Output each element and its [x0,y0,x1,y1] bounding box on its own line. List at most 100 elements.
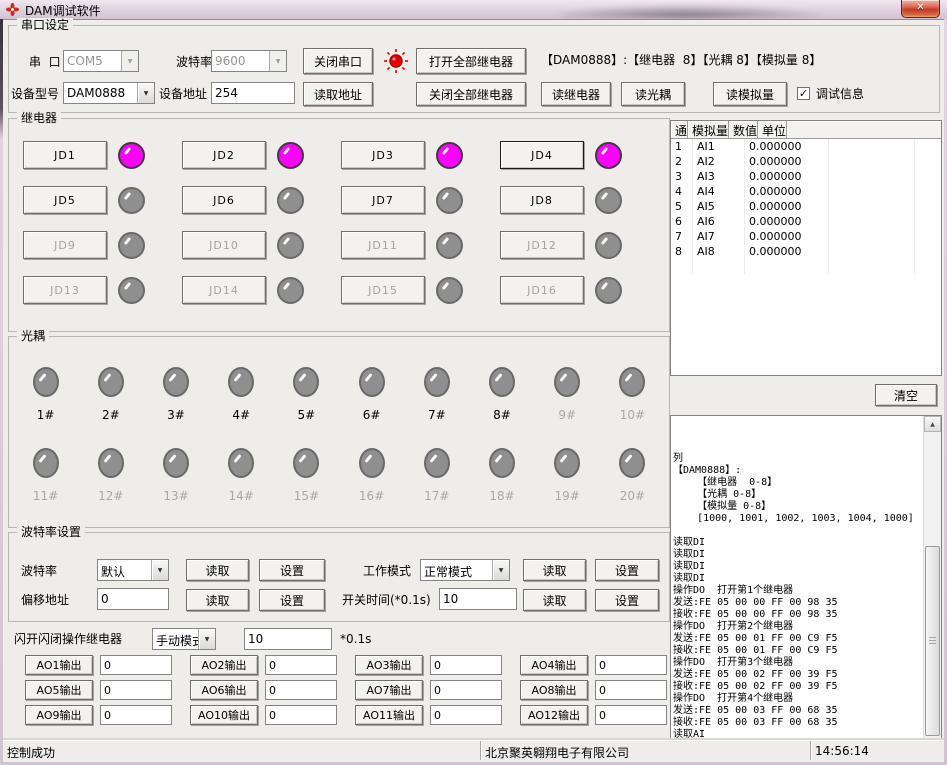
set-baud-button[interactable]: 设置 [259,559,325,581]
relay-led-indicator [118,187,145,214]
analog-output-button[interactable]: AO1输出 [25,655,93,675]
relay-button[interactable]: JD11 [341,231,425,259]
table-row[interactable]: 6 AI6 0.000000 [671,214,941,229]
analog-output-value-input[interactable] [100,705,172,725]
device-address-input[interactable] [211,82,295,104]
table-header-cell[interactable]: 模拟量 [688,121,729,139]
analog-output-value-input[interactable] [100,680,172,700]
table-row[interactable]: 1 AI1 0.000000 [671,139,941,154]
relay-button[interactable]: JD6 [182,186,266,214]
analog-output-button[interactable]: AO3输出 [355,655,423,675]
analog-output-button[interactable]: AO12输出 [520,705,588,725]
read-switch-time-button[interactable]: 读取 [523,589,586,611]
table-header-cell[interactable]: 通 [671,121,688,139]
read-address-button[interactable]: 读取地址 [303,82,373,106]
analog-output-value-input[interactable] [265,655,337,675]
switch-time-input[interactable] [439,588,517,610]
analog-name-cell: AI4 [693,184,745,199]
analog-output-button[interactable]: AO2输出 [190,655,258,675]
read-relay-button[interactable]: 读继电器 [541,82,611,106]
relay-button[interactable]: JD3 [341,141,425,169]
analog-output-value-input[interactable] [265,680,337,700]
device-model-combo[interactable]: DAM0888 ▼ [63,82,155,104]
flash-operate-label: 闪开闪闭操作继电器 [14,632,122,647]
analog-output-value-input[interactable] [430,705,502,725]
analog-output-value-input[interactable] [265,705,337,725]
table-row[interactable]: 3 AI3 0.000000 [671,169,941,184]
device-model-label: 设备型号 [11,87,59,102]
open-all-relays-button[interactable]: 打开全部继电器 [416,48,526,74]
opto-label: 2# [102,408,120,422]
relay-button[interactable]: JD16 [500,276,584,304]
flash-operate-row: 闪开闪闭操作继电器 手动模式 ▼ *0.1s [8,627,668,653]
log-scrollbar[interactable]: ▲ [923,416,941,740]
analog-output-button[interactable]: AO4输出 [520,655,588,675]
analog-output-button[interactable]: AO9输出 [25,705,93,725]
set-switch-time-button[interactable]: 设置 [595,589,659,611]
analog-output-button[interactable]: AO8输出 [520,680,588,700]
analog-output-value-input[interactable] [595,680,667,700]
table-header-cell[interactable]: 单位 [758,121,787,139]
read-work-mode-button[interactable]: 读取 [523,559,586,581]
flash-mode-combo[interactable]: 手动模式 ▼ [152,628,216,650]
table-row[interactable]: 5 AI5 0.000000 [671,199,941,214]
analog-output-value-input[interactable] [595,705,667,725]
opto-led-indicator [619,448,645,478]
relay-button[interactable]: JD2 [182,141,266,169]
scroll-up-icon[interactable]: ▲ [924,416,941,432]
set-offset-button[interactable]: 设置 [259,589,325,611]
baud-setting-combo[interactable]: 默认 ▼ [97,559,169,581]
relay-button[interactable]: JD8 [500,186,584,214]
table-row[interactable]: 8 AI8 0.000000 [671,244,941,259]
dropdown-arrow-icon: ▼ [198,629,215,649]
analog-output-button[interactable]: AO7输出 [355,680,423,700]
work-mode-combo[interactable]: 正常模式 ▼ [420,559,510,581]
relay-led-indicator [436,142,463,169]
opto-led-indicator [359,448,385,478]
debug-info-checkbox[interactable]: ✓ [797,87,810,100]
log-line: 接收:FE 05 00 02 FF 00 39 F5 [673,681,923,693]
relay-button[interactable]: JD12 [500,231,584,259]
read-analog-button[interactable]: 读模拟量 [713,82,787,106]
analog-output-value-input[interactable] [100,655,172,675]
table-header-cell[interactable]: 数值 [729,121,758,139]
relay-button[interactable]: JD1 [23,141,107,169]
relay-button[interactable]: JD9 [23,231,107,259]
relay-button[interactable]: JD5 [23,186,107,214]
opto-cell: 9# [535,367,600,422]
set-work-mode-button[interactable]: 设置 [595,559,659,581]
scrollbar-thumb[interactable] [925,546,940,736]
close-serial-button[interactable]: 关闭串口 [303,48,373,74]
relay-cell: JD13 [23,276,182,304]
log-line: 【继电器 0-8】 [673,477,923,489]
window-title: DAM调试软件 [25,2,101,19]
table-row[interactable]: 7 AI7 0.000000 [671,229,941,244]
relay-cell: JD10 [182,231,341,259]
relay-button[interactable]: JD10 [182,231,266,259]
close-all-relays-button[interactable]: 关闭全部继电器 [416,82,526,106]
relay-button[interactable]: JD4 [500,141,584,169]
read-offset-button[interactable]: 读取 [186,589,249,611]
analog-output-value-input[interactable] [430,655,502,675]
relay-button[interactable]: JD15 [341,276,425,304]
relay-button[interactable]: JD13 [23,276,107,304]
analog-name-cell: AI7 [693,229,745,244]
close-button[interactable]: ✕ [901,0,940,18]
table-row[interactable]: 2 AI2 0.000000 [671,154,941,169]
flash-time-input[interactable] [244,628,332,650]
opto-label: 20# [620,489,645,503]
read-opto-button[interactable]: 读光耦 [621,82,685,106]
relay-button[interactable]: JD7 [341,186,425,214]
analog-output-button[interactable]: AO10输出 [190,705,258,725]
analog-output-button[interactable]: AO5输出 [25,680,93,700]
analog-output-button[interactable]: AO11输出 [355,705,423,725]
clear-log-button[interactable]: 清空 [875,384,937,406]
analog-output-value-input[interactable] [430,680,502,700]
read-baud-button[interactable]: 读取 [186,559,249,581]
relay-button[interactable]: JD14 [182,276,266,304]
analog-output-value-input[interactable] [595,655,667,675]
offset-address-input[interactable] [97,588,169,610]
log-panel: 列【DAM0888】: 【继电器 0-8】 【光耦 0-8】 【模拟量 0-8】… [670,415,942,741]
analog-output-button[interactable]: AO6输出 [190,680,258,700]
table-row[interactable]: 4 AI4 0.000000 [671,184,941,199]
